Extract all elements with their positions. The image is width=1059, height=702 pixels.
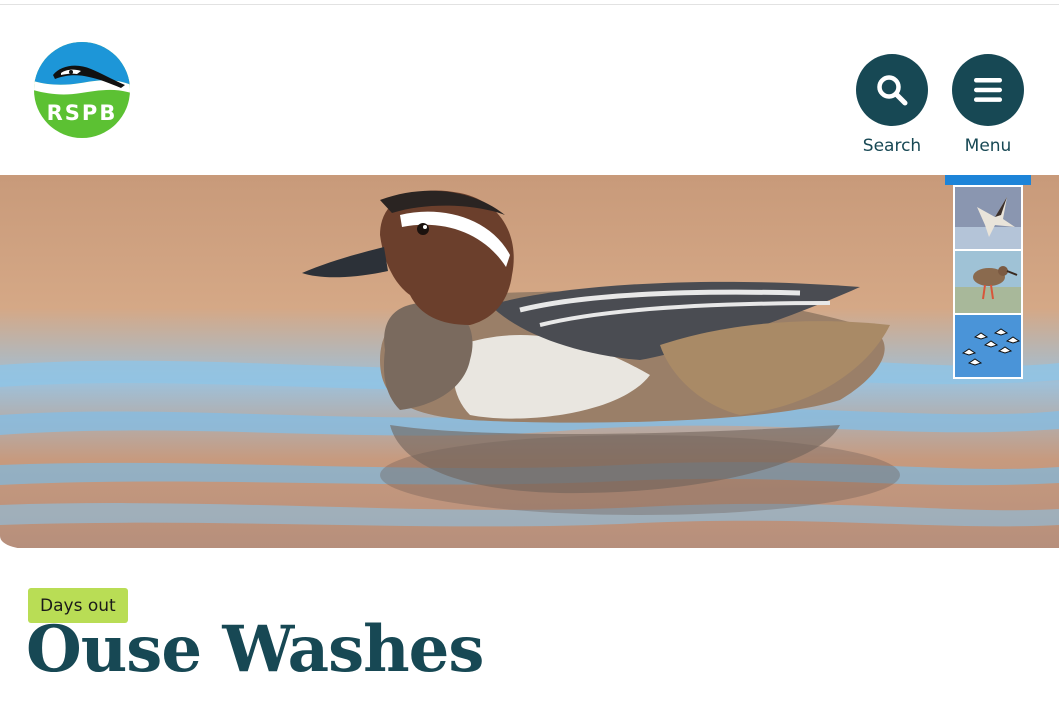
site-header: RSPB Search Menu xyxy=(0,5,1059,175)
search-label[interactable]: Search xyxy=(842,136,942,156)
redshank-thumbnail-image xyxy=(955,251,1021,313)
thumbnail-1[interactable] xyxy=(953,185,1023,251)
flock-in-flight-thumbnail-image xyxy=(955,315,1021,377)
menu-label[interactable]: Menu xyxy=(938,136,1038,156)
garganey-duck-photo xyxy=(0,175,1059,555)
hamburger-icon xyxy=(974,78,1002,102)
search-button[interactable] xyxy=(856,54,928,126)
selected-thumbnail-indicator xyxy=(945,175,1031,185)
search-icon xyxy=(877,75,908,106)
page-title: Ouse Washes xyxy=(26,612,484,687)
thumbnail-3[interactable] xyxy=(953,313,1023,379)
logo-wordmark: RSPB xyxy=(47,101,118,125)
hero-thumbnail-strip xyxy=(945,175,1031,387)
rspb-logo-icon: RSPB xyxy=(34,42,130,138)
thumbnail-2[interactable] xyxy=(953,249,1023,315)
menu-button[interactable] xyxy=(952,54,1024,126)
wader-bird-thumbnail-image xyxy=(955,187,1021,249)
hero-image xyxy=(0,175,1059,555)
rspb-logo[interactable]: RSPB xyxy=(33,41,131,139)
